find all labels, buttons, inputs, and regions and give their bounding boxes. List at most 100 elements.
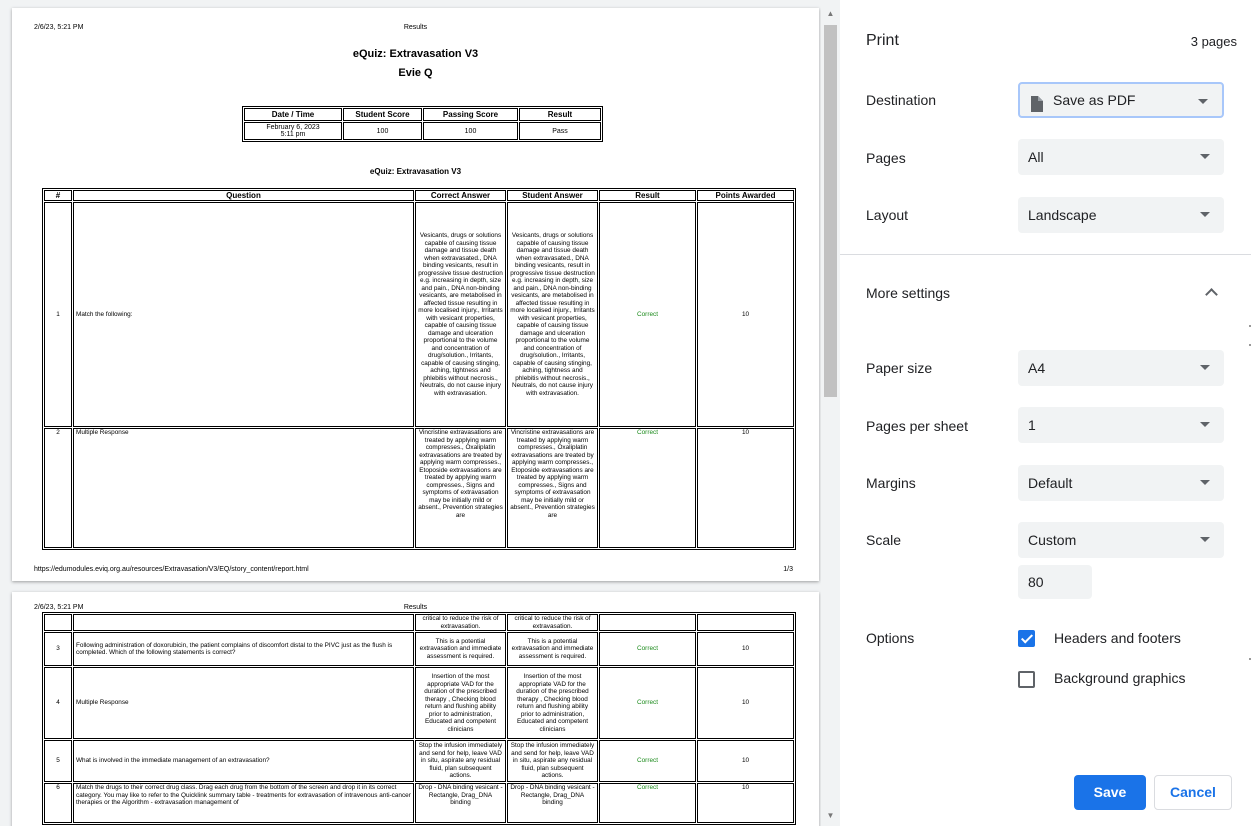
summary-passing-score: 100: [423, 122, 518, 140]
student-name: Evie Q: [398, 67, 433, 79]
chevron-down-icon: [1200, 212, 1210, 217]
row-result: Correct: [599, 783, 696, 823]
summary-header: Passing Score: [423, 108, 518, 121]
row-correct-answer: Drop - DNA binding vesicant - Rectangle,…: [415, 783, 506, 823]
row-points: 10: [697, 632, 794, 666]
save-button[interactable]: Save: [1074, 775, 1146, 810]
row-number: 6: [44, 783, 72, 823]
row-student-answer: Drop - DNA binding vesicant - Rectangle,…: [507, 783, 598, 823]
print-preview[interactable]: 2/6/23, 5:21 PM Results eQuiz: Extravasa…: [0, 0, 840, 826]
paper-size-value: A4: [1028, 360, 1046, 376]
page-header-title: Results: [403, 24, 428, 31]
page-footer-url: https://edumodules.eviq.org.au/resources…: [34, 566, 309, 573]
background-graphics-label[interactable]: Background graphics: [1054, 670, 1186, 686]
preview-scrollbar[interactable]: ▲ ▼: [821, 0, 840, 826]
row-student-answer: This is a potential extravasation and im…: [507, 632, 598, 666]
row-number: 5: [44, 740, 72, 782]
margins-value: Default: [1028, 475, 1073, 491]
quiz-title: eQuiz: Extravasation V3: [352, 48, 479, 60]
row-correct-answer: This is a potential extravasation and im…: [415, 632, 506, 666]
headers-footers-label[interactable]: Headers and footers: [1054, 630, 1181, 646]
print-title: Print: [866, 32, 899, 49]
pages-value: All: [1028, 149, 1044, 165]
chevron-down-icon: [1200, 154, 1210, 159]
table-header: Result: [599, 190, 696, 201]
table-row: 6 Match the drugs to their correct drug …: [44, 783, 794, 823]
scale-custom-input[interactable]: 80: [1018, 565, 1092, 599]
destination-value: Save as PDF: [1053, 92, 1136, 108]
row-student-answer: Stop the infusion immediately and send f…: [507, 740, 598, 782]
row-student-answer: critical to reduce the risk of extravasa…: [507, 614, 598, 631]
row-points: 10: [697, 740, 794, 782]
print-settings-panel: Print 3 pages Destination Save as PDF Pa…: [840, 0, 1251, 826]
page-count: 3 pages: [1190, 34, 1237, 49]
destination-select[interactable]: Save as PDF: [1018, 82, 1224, 118]
row-points: 10: [697, 783, 794, 823]
row-number: 2: [44, 428, 72, 548]
row-student-answer: Insertion of the most appropriate VAD fo…: [507, 667, 598, 739]
row-question: Multiple Response: [73, 428, 414, 548]
row-question: What is involved in the immediate manage…: [73, 740, 414, 782]
document-icon: [1030, 91, 1043, 113]
scale-select[interactable]: Custom: [1018, 522, 1224, 558]
margins-select[interactable]: Default: [1018, 465, 1224, 501]
table-row: 4 Multiple Response Insertion of the mos…: [44, 667, 794, 739]
page-header-title: Results: [403, 604, 428, 611]
chevron-down-icon: [1200, 537, 1210, 542]
row-points: 10: [697, 202, 794, 427]
chevron-down-icon: [1200, 365, 1210, 370]
scroll-thumb[interactable]: [824, 25, 837, 397]
summary-student-score: 100: [343, 122, 422, 140]
background-graphics-checkbox[interactable]: [1018, 671, 1035, 688]
summary-result: Pass: [519, 122, 601, 140]
summary-date: February 6, 2023 5:11 pm: [244, 122, 342, 140]
chevron-down-icon: [1200, 480, 1210, 485]
pages-per-sheet-value: 1: [1028, 417, 1036, 433]
row-result: Correct: [599, 667, 696, 739]
row-correct-answer: Vesicants, drugs or solutions capable of…: [415, 202, 506, 427]
row-question: Following administration of doxorubicin,…: [73, 632, 414, 666]
questions-table: # Question Correct Answer Student Answer…: [42, 188, 796, 550]
chevron-up-icon[interactable]: [1205, 288, 1218, 301]
row-student-answer: Vincristine extravasations are treated b…: [507, 428, 598, 548]
more-settings-toggle[interactable]: More settings: [866, 285, 950, 301]
table-header: Correct Answer: [415, 190, 506, 201]
row-number: 3: [44, 632, 72, 666]
scroll-down-arrow-icon[interactable]: ▼: [821, 808, 840, 824]
cancel-button[interactable]: Cancel: [1154, 775, 1232, 810]
layout-select[interactable]: Landscape: [1018, 197, 1224, 233]
preview-page-2: 2/6/23, 5:21 PM Results critical to redu…: [12, 592, 819, 826]
preview-page-1: 2/6/23, 5:21 PM Results eQuiz: Extravasa…: [12, 8, 819, 581]
headers-footers-checkbox[interactable]: [1018, 630, 1035, 647]
row-result: Correct: [599, 740, 696, 782]
destination-label: Destination: [866, 92, 937, 108]
row-correct-answer: critical to reduce the risk of extravasa…: [415, 614, 506, 631]
scale-label: Scale: [866, 532, 902, 548]
table-row: 5 What is involved in the immediate mana…: [44, 740, 794, 782]
table-row: critical to reduce the risk of extravasa…: [44, 614, 794, 631]
table-header: #: [44, 190, 72, 201]
table-header: Points Awarded: [697, 190, 794, 201]
row-correct-answer: Insertion of the most appropriate VAD fo…: [415, 667, 506, 739]
table-header: Question: [73, 190, 414, 201]
row-question: Multiple Response: [73, 667, 414, 739]
table-row: 3 Following administration of doxorubici…: [44, 632, 794, 666]
table-header: Student Answer: [507, 190, 598, 201]
pages-per-sheet-select[interactable]: 1: [1018, 407, 1224, 443]
layout-label: Layout: [866, 207, 909, 223]
paper-size-label: Paper size: [866, 360, 933, 376]
row-question: Match the following:: [73, 202, 414, 427]
row-result: Correct: [599, 202, 696, 427]
paper-size-select[interactable]: A4: [1018, 350, 1224, 386]
table-title: eQuiz: Extravasation V3: [369, 167, 462, 176]
divider: [840, 254, 1251, 255]
row-question: Match the drugs to their correct drug cl…: [73, 783, 414, 823]
chevron-down-icon: [1200, 422, 1210, 427]
summary-header: Result: [519, 108, 601, 121]
row-student-answer: Vesicants, drugs or solutions capable of…: [507, 202, 598, 427]
row-points: 10: [697, 428, 794, 548]
pages-label: Pages: [866, 150, 906, 166]
pages-select[interactable]: All: [1018, 139, 1224, 175]
scroll-up-arrow-icon[interactable]: ▲: [821, 6, 840, 22]
margins-label: Margins: [866, 475, 916, 491]
